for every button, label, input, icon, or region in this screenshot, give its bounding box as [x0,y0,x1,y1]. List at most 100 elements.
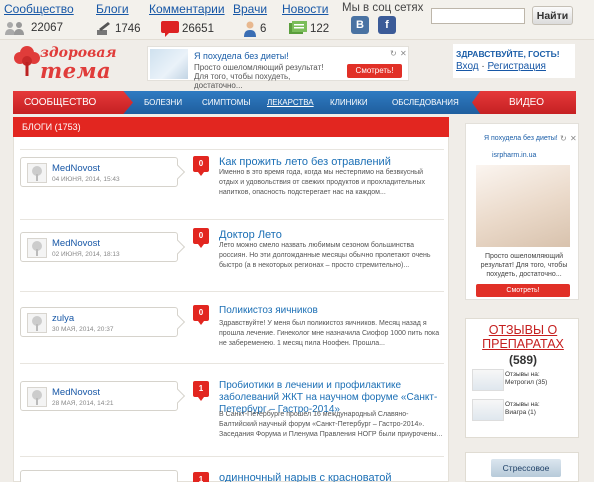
people-icon [5,22,24,35]
search-button[interactable]: Найти [532,6,573,25]
sidebar-ad-title[interactable]: Я похудела без диеты! [484,135,558,142]
nav-blogs[interactable]: Блоги [96,2,129,16]
post-title[interactable]: Поликистоз яичников [219,305,318,317]
post-date: 04 июня, 2014, 15:43 [52,176,120,183]
author-card[interactable]: MedNovost 04 июня, 2014, 15:43 [20,157,186,187]
author-name[interactable]: MedNovost [52,163,100,174]
avatar [27,163,47,183]
avatar [27,313,47,333]
author-card[interactable] [20,470,178,482]
post-excerpt: Именно в это время года, когда мы нестер… [219,169,426,196]
post-date: 28 мая, 2014, 14:21 [52,400,114,407]
divider [20,219,444,220]
sidebar-ad-watch-button[interactable]: Смотреть! [476,284,570,297]
nav-news[interactable]: Новости [282,2,328,16]
post-excerpt: В Санкт-Петербурге прошел 16 международн… [219,411,443,438]
sidebar-ad-image [476,165,570,247]
divider [20,291,444,292]
tree-avatar-icon [32,316,42,331]
pencil-icon [97,22,110,35]
drug-reviews-box: Отзывы о препаратах (589) Отзывы на: Мет… [465,318,579,438]
tree-avatar-icon [32,241,42,256]
drug-package-image [472,369,504,391]
author-card[interactable]: MedNovost 02 июня, 2014, 18:13 [20,232,186,262]
refresh-icon[interactable]: ↻ [560,134,567,143]
divider [20,456,444,457]
community-stat: 22067 [4,21,63,35]
community-count: 22067 [31,22,63,34]
stress-banner[interactable]: Стрессовое [491,459,561,477]
doctors-stat: 6 [243,21,266,37]
comments-stat: 26651 [161,21,214,37]
menu-drugs[interactable]: Лекарства [267,98,314,107]
review-drug[interactable]: Виагра (1) [505,409,536,416]
menu-clinics[interactable]: Клиники [330,98,368,107]
tree-avatar-icon [32,390,42,405]
news-icon [289,21,307,34]
comment-count-badge[interactable]: 1 [193,381,209,401]
search-input[interactable] [431,8,525,24]
blogs-stat: 1746 [96,21,141,36]
welcome-box: ЗДРАВСТВУЙТЕ, ГОСТЬ! Вход · Регистрация [453,44,575,78]
ad-text: Просто ошеломляющий результат! Для того,… [194,63,324,90]
review-item[interactable]: Отзывы на: Метрогил (35) [472,369,572,397]
nav-community[interactable]: Сообщество [4,2,74,16]
comment-count-badge[interactable]: 0 [193,305,209,325]
avatar [27,387,47,407]
header-ad[interactable]: Я похудела без диеты! Просто ошеломляющи… [147,46,409,90]
comment-count-badge[interactable]: 1 [193,472,209,482]
ad-title[interactable]: Я похудела без диеты! [194,51,289,61]
drug-package-image [472,399,504,421]
post-date: 30 мая, 2014, 20:37 [52,326,114,333]
register-link[interactable]: Регистрация [488,61,546,72]
social-label: Мы в соц сетях [342,2,424,14]
menu-community[interactable]: Сообщество [24,97,96,108]
sidebar-ad[interactable]: Я похудела без диеты! ↻ ✕ isrpharm.in.ua… [465,123,579,300]
comment-icon [161,21,179,37]
ad-watch-button[interactable]: Смотреть! [347,64,402,78]
login-link[interactable]: Вход [456,61,479,72]
welcome-title: ЗДРАВСТВУЙТЕ, ГОСТЬ! [456,49,560,59]
author-card[interactable]: MedNovost 28 мая, 2014, 14:21 [20,381,186,411]
facebook-icon[interactable]: f [378,16,396,34]
tree-avatar-icon [32,166,42,181]
post-title[interactable]: Как прожить лето без отравлений [219,156,391,168]
sidebar-ad-text: Просто ошеломляющий результат! Для того,… [480,253,568,278]
refresh-icon[interactable]: ↻ [390,49,397,58]
review-drug[interactable]: Метрогил (35) [505,379,547,386]
post-title[interactable]: Доктор Лето [219,229,282,241]
post-title[interactable]: одинночный нарыв с красноватой [219,472,392,482]
close-icon[interactable]: ✕ [570,134,577,143]
close-icon[interactable]: ✕ [400,49,407,58]
doctors-count: 6 [260,23,267,35]
post-excerpt: Лето можно смело назвать любимым сезоном… [219,242,431,269]
news-count: 122 [310,22,330,35]
menu-exams[interactable]: Обследования [392,98,459,107]
post-date: 02 июня, 2014, 18:13 [52,251,120,258]
stress-box[interactable]: Стрессовое [465,452,579,482]
divider [20,363,444,364]
review-item[interactable]: Отзывы на: Виагра (1) [472,399,572,427]
blogs-header: БЛОГИ (1753) [13,117,449,137]
vk-icon[interactable]: В [351,16,369,34]
author-name[interactable]: MedNovost [52,387,100,398]
divider [20,149,444,150]
review-label: Отзывы на: [505,371,540,378]
comments-count: 26651 [182,23,214,35]
menu-video[interactable]: Видео [509,97,544,108]
comment-count-badge[interactable]: 0 [193,156,209,176]
reviews-heading[interactable]: Отзывы о препаратах [466,323,580,351]
blogs-count: 1746 [115,22,141,35]
comment-count-badge[interactable]: 0 [193,228,209,248]
logo-line2: тема [40,58,112,83]
author-name[interactable]: MedNovost [52,238,100,249]
menu-symptoms[interactable]: Симптомы [202,98,250,107]
nav-comments[interactable]: Комментарии [149,2,225,16]
nav-doctors[interactable]: Врачи [233,2,267,16]
author-name[interactable]: zulya [52,313,74,324]
reviews-count: (589) [508,353,537,367]
post-excerpt: Здравствуйте! У меня был поликистоз яичн… [219,320,440,347]
author-card[interactable]: zulya 30 мая, 2014, 20:37 [20,307,186,337]
menu-diseases[interactable]: Болезни [144,98,182,107]
auth-separator: · [478,61,488,72]
